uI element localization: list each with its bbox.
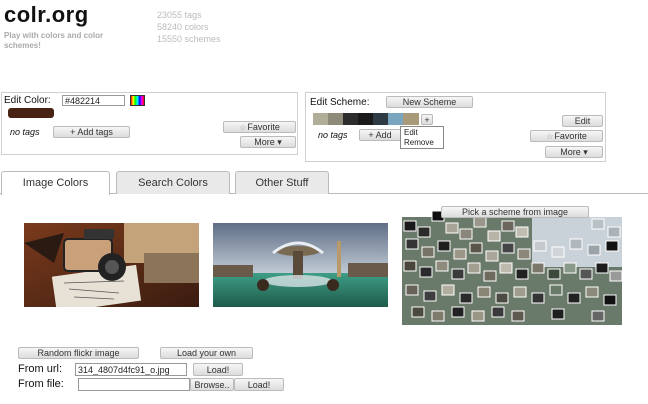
scheme-swatch[interactable] [343, 113, 358, 125]
edit-color-label: Edit Color: [4, 95, 51, 106]
tab-image-colors[interactable]: Image Colors [1, 171, 110, 195]
stat-schemes: 15550 schemes [157, 34, 221, 44]
current-color-swatch [8, 108, 54, 118]
scheme-swatches [313, 113, 419, 125]
color-more-button[interactable]: More ▾ [240, 136, 296, 148]
scheme-edit-button[interactable]: Edit [562, 115, 603, 127]
scheme-swatch[interactable] [328, 113, 343, 125]
scheme-swatch[interactable] [373, 113, 388, 125]
fountain-photo-graphic [213, 223, 388, 307]
color-no-tags: no tags [10, 127, 40, 137]
stat-tags: 23055 tags [157, 10, 202, 20]
from-file-label: From file: [18, 378, 64, 390]
scheme-swatch[interactable] [388, 113, 403, 125]
site-stats: 23055 tags 58240 colors 15550 schemes [157, 9, 221, 45]
scheme-swatch[interactable] [358, 113, 373, 125]
menu-item-edit[interactable]: Edit [404, 128, 440, 138]
url-input[interactable]: 314_4807d4fc91_o.jpg [75, 363, 187, 376]
image-fountain[interactable] [213, 223, 388, 307]
mosaic-photo-graphic [402, 210, 623, 325]
image-camera[interactable] [24, 223, 199, 307]
load-url-button[interactable]: Load! [193, 363, 243, 376]
color-favorite-button[interactable]: ☆Favorite [223, 121, 296, 133]
scheme-add-tags-button[interactable]: + Add [359, 129, 401, 141]
load-file-button[interactable]: Load! [234, 378, 284, 391]
color-favorite-label: Favorite [247, 122, 280, 132]
tab-other-stuff[interactable]: Other Stuff [235, 171, 329, 194]
scheme-favorite-button[interactable]: ☆Favorite [530, 130, 603, 142]
tab-search-colors[interactable]: Search Colors [116, 171, 230, 194]
from-url-label: From url: [18, 363, 62, 375]
scheme-no-tags: no tags [318, 130, 348, 140]
site-logo[interactable]: colr.org [4, 2, 89, 28]
browse-button[interactable]: Browse.. [190, 378, 234, 391]
menu-item-remove[interactable]: Remove [404, 138, 440, 148]
stat-colors: 58240 colors [157, 22, 209, 32]
file-input[interactable] [78, 378, 190, 391]
load-own-button[interactable]: Load your own [160, 347, 253, 359]
star-icon: ☆ [546, 132, 554, 141]
swatch-context-menu: Edit Remove [400, 126, 444, 149]
star-icon: ☆ [239, 123, 247, 132]
scheme-swatch[interactable] [403, 113, 419, 125]
image-mosaic[interactable] [402, 207, 630, 325]
edit-scheme-label: Edit Scheme: [310, 97, 370, 108]
scheme-swatch[interactable] [313, 113, 328, 125]
color-add-tags-button[interactable]: + Add tags [53, 126, 130, 138]
camera-photo-graphic [24, 223, 199, 307]
random-flickr-button[interactable]: Random flickr image [18, 347, 139, 359]
pick-scheme-button[interactable]: Pick a scheme from image [441, 206, 589, 218]
new-scheme-button[interactable]: New Scheme [386, 96, 473, 108]
scheme-favorite-label: Favorite [554, 131, 587, 141]
scheme-add-swatch-button[interactable]: + [421, 114, 433, 125]
color-hex-input[interactable]: #482214 [62, 95, 125, 106]
site-tagline: Play with colors and color schemes! [4, 31, 104, 50]
scheme-more-button[interactable]: More ▾ [545, 146, 603, 158]
color-picker-icon[interactable] [130, 95, 145, 106]
